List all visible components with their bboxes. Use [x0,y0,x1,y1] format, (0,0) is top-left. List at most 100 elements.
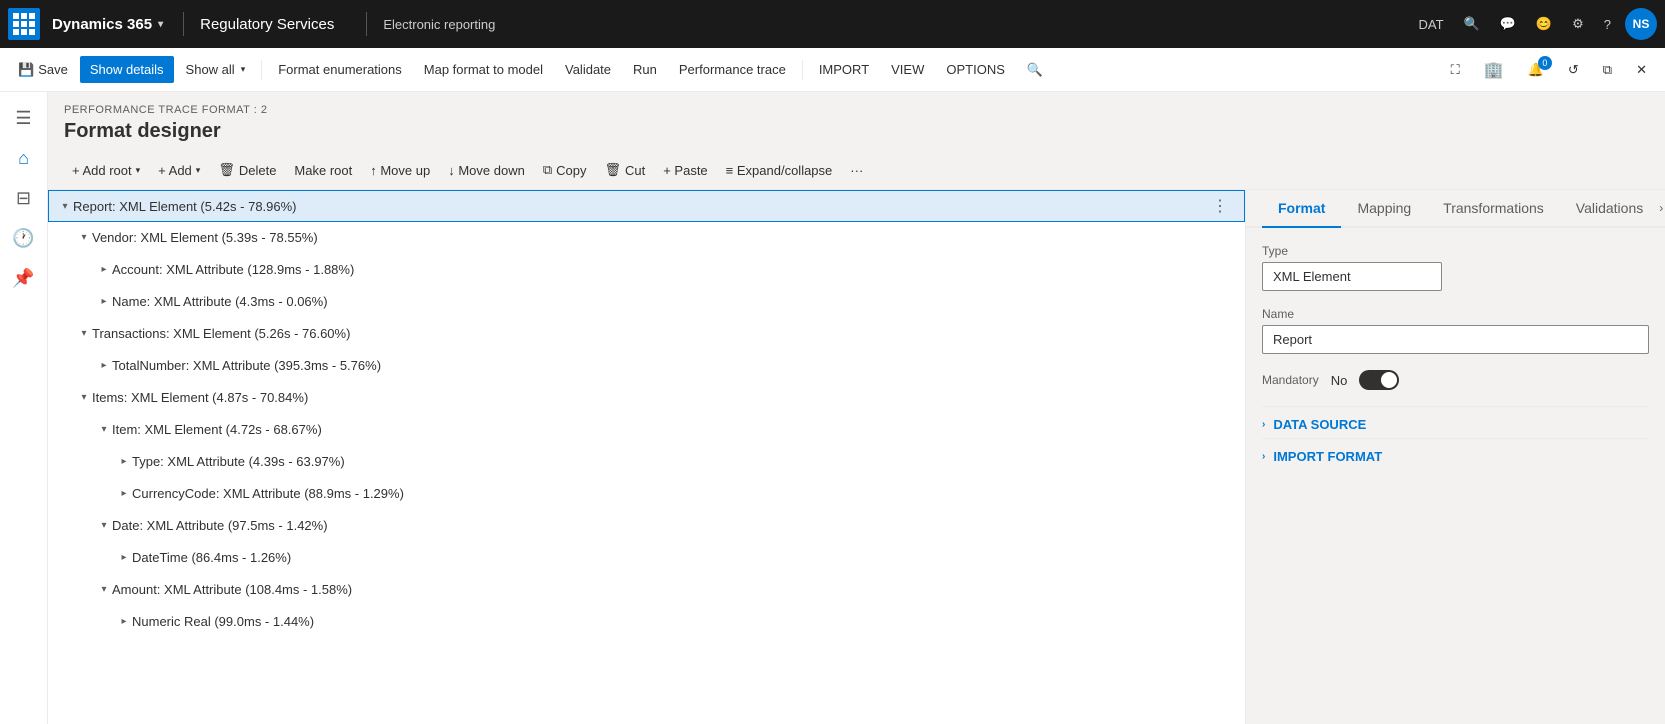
help-icon[interactable]: ? [1598,13,1617,36]
right-tabs-chevron-icon[interactable]: › [1659,191,1663,225]
delete-button[interactable]: 🗑 Delete [210,157,284,183]
expand-icon[interactable]: ▾ [76,326,92,342]
row-text: TotalNumber: XML Attribute (395.3ms - 5.… [112,358,381,373]
tree-row[interactable]: ▸Account: XML Attribute (128.9ms - 1.88%… [48,254,1245,286]
add-root-button[interactable]: + Add root ▾ [64,158,148,183]
options-button[interactable]: OPTIONS [936,56,1015,83]
view-button[interactable]: VIEW [881,56,934,83]
paste-button[interactable]: + Paste [655,158,715,183]
expand-icon[interactable]: ▾ [96,422,112,438]
performance-trace-button[interactable]: Performance trace [669,56,796,83]
pin-button[interactable]: ⛶ [1441,54,1470,86]
copy-button[interactable]: ⧉ Copy [535,157,595,183]
show-details-label: Show details [90,62,164,77]
delete-icon: 🗑 [218,162,235,178]
expand-icon[interactable]: ▾ [57,198,73,214]
recent-icon[interactable]: 🕐 [6,220,42,256]
move-down-button[interactable]: ↓ Move down [440,158,533,183]
save-button[interactable]: 💾 Save [8,56,78,84]
expand-icon[interactable]: ▸ [116,454,132,470]
map-format-button[interactable]: Map format to model [414,56,553,83]
tab-format[interactable]: Format [1262,190,1341,228]
brand-name[interactable]: Dynamics 365 ▾ [52,16,163,33]
data-source-label: DATA SOURCE [1273,417,1366,432]
mandatory-row: Mandatory No [1262,370,1649,390]
search-cmd-button[interactable]: 🔍 [1017,56,1053,84]
tree-row[interactable]: ▾Date: XML Attribute (97.5ms - 1.42%) [48,510,1245,542]
cut-button[interactable]: 🗑 Cut [596,157,653,183]
data-source-section[interactable]: › DATA SOURCE [1262,406,1649,438]
toggle-knob [1381,372,1397,388]
designer-toolbar: + Add root ▾ + Add ▾ 🗑 Delete Make root … [48,151,1665,190]
open-new-button[interactable]: ⧉ [1593,54,1622,86]
dynamics-label: Dynamics 365 [52,16,152,33]
pinned-icon[interactable]: 📌 [6,260,42,296]
tree-row[interactable]: ▸Name: XML Attribute (4.3ms - 0.06%) [48,286,1245,318]
tree-row[interactable]: ▾Report: XML Element (5.42s - 78.96%)⋮ [48,190,1245,222]
expand-collapse-button[interactable]: ≡ Expand/collapse [718,158,841,183]
tree-row[interactable]: ▾Item: XML Element (4.72s - 68.67%) [48,414,1245,446]
add-button[interactable]: + Add ▾ [150,158,208,183]
import-button[interactable]: IMPORT [809,56,879,83]
face-icon[interactable]: 😊 [1530,12,1558,36]
cut-icon: 🗑 [604,162,621,178]
tab-mapping[interactable]: Mapping [1341,190,1427,228]
tree-row[interactable]: ▸DateTime (86.4ms - 1.26%) [48,542,1245,574]
format-enumerations-button[interactable]: Format enumerations [268,56,412,83]
brand-chevron-icon: ▾ [158,19,163,30]
expand-icon[interactable]: ▸ [116,550,132,566]
expand-icon[interactable]: ▸ [116,614,132,630]
close-button[interactable]: ✕ [1626,54,1657,86]
show-details-button[interactable]: Show details [80,56,174,83]
name-input[interactable] [1262,325,1649,354]
office-button[interactable]: 🏢 [1474,54,1514,86]
move-up-label: ↑ Move up [370,163,430,178]
tree-row[interactable]: ▸CurrencyCode: XML Attribute (88.9ms - 1… [48,478,1245,510]
expand-icon[interactable]: ▾ [96,582,112,598]
row-text: Item: XML Element (4.72s - 68.67%) [112,422,322,437]
mandatory-toggle[interactable] [1359,370,1399,390]
delete-label: Delete [239,163,277,178]
tab-transformations[interactable]: Transformations [1427,190,1560,228]
import-format-section[interactable]: › IMPORT FORMAT [1262,438,1649,470]
tree-row[interactable]: ▸Type: XML Attribute (4.39s - 63.97%) [48,446,1245,478]
hamburger-menu-icon[interactable]: ☰ [6,100,42,136]
tree-row[interactable]: ▾Transactions: XML Element (5.26s - 76.6… [48,318,1245,350]
designer-layout: ▾Report: XML Element (5.42s - 78.96%)⋮▾V… [48,190,1665,724]
tree-row[interactable]: ▾Items: XML Element (4.87s - 70.84%) [48,382,1245,414]
performance-trace-label: Performance trace [679,62,786,77]
show-all-button[interactable]: Show all ▾ [176,56,256,83]
notification-badge: 0 [1538,56,1552,70]
tree-row[interactable]: ▸Numeric Real (99.0ms - 1.44%) [48,606,1245,638]
row-more-icon[interactable]: ⋮ [1204,196,1236,216]
tree-row[interactable]: ▾Vendor: XML Element (5.39s - 78.55%) [48,222,1245,254]
right-tabs: Format Mapping Transformations Validatio… [1246,190,1665,228]
expand-icon[interactable]: ▸ [116,486,132,502]
search-icon[interactable]: 🔍 [1458,12,1486,36]
tree-row[interactable]: ▾Amount: XML Attribute (108.4ms - 1.58%) [48,574,1245,606]
expand-icon[interactable]: ▾ [96,518,112,534]
tree-row[interactable]: ▸TotalNumber: XML Attribute (395.3ms - 5… [48,350,1245,382]
type-value: XML Element [1262,262,1442,291]
run-button[interactable]: Run [623,56,667,83]
expand-icon[interactable]: ▾ [76,230,92,246]
validate-button[interactable]: Validate [555,56,621,83]
make-root-button[interactable]: Make root [286,158,360,183]
chat-icon[interactable]: 💬 [1494,12,1522,36]
refresh-button[interactable]: ↺ [1558,54,1589,86]
avatar[interactable]: NS [1625,8,1657,40]
settings-icon[interactable]: ⚙ [1566,12,1590,36]
tab-validations[interactable]: Validations [1560,190,1659,228]
apps-button[interactable] [8,8,40,40]
expand-icon[interactable]: ▸ [96,262,112,278]
notification-button[interactable]: 🔔 0 [1518,54,1554,86]
move-up-button[interactable]: ↑ Move up [362,158,438,183]
expand-icon[interactable]: ▸ [96,358,112,374]
filter-icon[interactable]: ⊟ [6,180,42,216]
more-button[interactable]: ··· [842,158,871,183]
layout: ☰ ⌂ ⊟ 🕐 📌 PERFORMANCE TRACE FORMAT : 2 F… [0,92,1665,724]
row-text: Type: XML Attribute (4.39s - 63.97%) [132,454,345,469]
expand-icon[interactable]: ▸ [96,294,112,310]
home-icon[interactable]: ⌂ [6,140,42,176]
expand-icon[interactable]: ▾ [76,390,92,406]
